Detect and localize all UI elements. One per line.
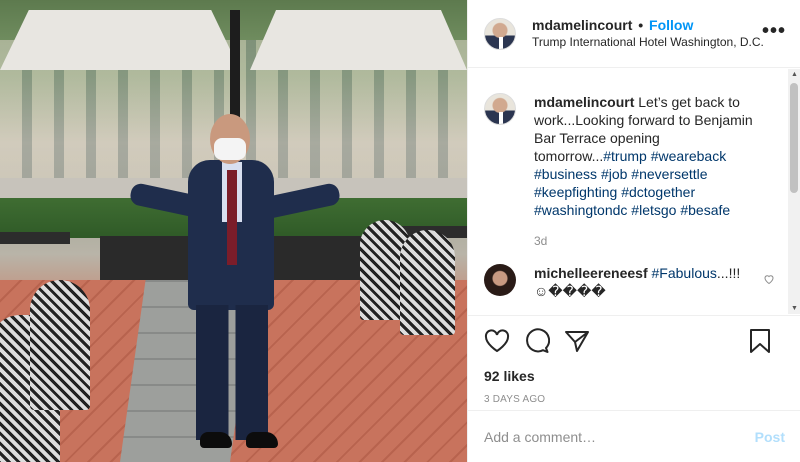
caption-username[interactable]: mdamelincourt: [534, 94, 634, 110]
post-photo[interactable]: [0, 0, 467, 462]
instagram-post: mdamelincourt • Follow Trump Internation…: [0, 0, 800, 462]
scroll-up-icon[interactable]: ▲: [791, 71, 798, 78]
caption-time[interactable]: 3d: [534, 232, 764, 250]
location-link[interactable]: Trump International Hotel Washington, D.…: [532, 34, 764, 51]
hashtag-link[interactable]: #letsgo: [631, 202, 676, 218]
photo-chair: [400, 230, 455, 335]
comment-username[interactable]: michelleereneesf: [534, 265, 648, 281]
comment-row: michelleereneesf #Fabulous...!!! ☺����: [484, 264, 785, 300]
caption-row: mdamelincourt Let’s get back to work...L…: [484, 93, 785, 250]
comment-body: michelleereneesf #Fabulous...!!! ☺����: [534, 264, 764, 300]
photo-person-shoe: [200, 432, 232, 448]
hashtag-link[interactable]: #Fabulous: [652, 265, 717, 281]
header-username[interactable]: mdamelincourt: [532, 17, 632, 33]
post-actions: 92 likes 3 DAYS AGO: [468, 315, 800, 405]
photo-table-left: [0, 232, 70, 244]
caption-body: mdamelincourt Let’s get back to work...L…: [534, 93, 764, 250]
photo-person-mask: [214, 138, 246, 160]
action-icons: [484, 328, 785, 354]
comments-list[interactable]: mdamelincourt Let’s get back to work...L…: [468, 69, 800, 314]
avatar[interactable]: [484, 264, 516, 296]
photo-umbrella-left: [0, 10, 240, 70]
scrollbar-thumb[interactable]: [790, 83, 798, 193]
comments-scrollbar[interactable]: ▲ ▼: [788, 69, 800, 314]
hashtag-link[interactable]: #neversettle: [631, 166, 707, 182]
hashtag-link[interactable]: #dctogether: [621, 184, 695, 200]
follow-button[interactable]: Follow: [649, 17, 693, 33]
hashtag-link[interactable]: #weareback: [651, 148, 727, 164]
comment-input[interactable]: [484, 428, 755, 445]
comment-text: ...!!!: [716, 265, 741, 281]
comment-emoji: ☺����: [534, 283, 606, 299]
avatar[interactable]: [484, 93, 516, 125]
hashtag-link[interactable]: #trump: [603, 148, 647, 164]
post-side-panel: mdamelincourt • Follow Trump Internation…: [467, 0, 800, 462]
heart-icon[interactable]: [484, 329, 510, 353]
ellipsis-icon[interactable]: •••: [762, 21, 786, 41]
share-icon[interactable]: [564, 329, 590, 353]
header-text: mdamelincourt • Follow Trump Internation…: [532, 17, 764, 51]
hashtag-link[interactable]: #business: [534, 166, 597, 182]
hashtag-link[interactable]: #besafe: [680, 202, 730, 218]
scroll-down-icon[interactable]: ▼: [791, 305, 798, 312]
comment-icon[interactable]: [524, 328, 550, 354]
photo-person-legs: [196, 305, 268, 440]
heart-icon[interactable]: [763, 272, 775, 288]
post-button[interactable]: Post: [755, 429, 785, 445]
bookmark-icon[interactable]: [749, 328, 771, 354]
header-separator: •: [638, 16, 644, 33]
photo-person-shoe: [246, 432, 278, 448]
hashtag-link[interactable]: #keepfighting: [534, 184, 617, 200]
post-date[interactable]: 3 DAYS AGO: [484, 394, 785, 405]
photo-person-tie: [227, 170, 237, 265]
add-comment-bar: Post: [468, 410, 800, 462]
photo-umbrella-right: [250, 10, 467, 70]
photo-chair: [30, 280, 90, 410]
hashtag-link[interactable]: #job: [601, 166, 627, 182]
likes-count[interactable]: 92 likes: [484, 368, 785, 384]
post-header: mdamelincourt • Follow Trump Internation…: [468, 0, 800, 68]
avatar[interactable]: [484, 17, 516, 50]
hashtag-link[interactable]: #washingtondc: [534, 202, 627, 218]
